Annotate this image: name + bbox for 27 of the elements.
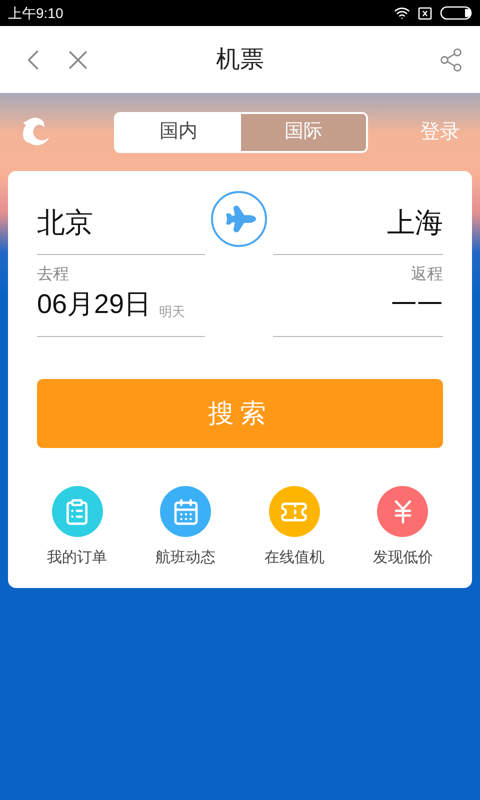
swap-button[interactable] — [211, 191, 267, 247]
share-button[interactable] — [438, 46, 464, 72]
return-date: 一一 — [391, 288, 443, 321]
battery-icon — [440, 6, 472, 20]
shortcut-label: 航班动态 — [156, 548, 216, 568]
return-label: 返程 — [411, 264, 443, 285]
shortcut-item[interactable]: 发现低价 — [362, 486, 443, 570]
departure-city[interactable]: 北京 — [37, 191, 205, 255]
shortcut-item[interactable]: 航班动态 — [146, 486, 226, 570]
share-icon — [438, 46, 464, 72]
shortcut-item[interactable]: 在线值机 — [254, 486, 334, 570]
calendar-icon — [172, 498, 200, 526]
shortcut-label: 我的订单 — [47, 548, 107, 568]
page-title: 机票 — [216, 44, 264, 74]
shortcut-label: 发现低价 — [372, 548, 433, 568]
status-time: 上午9:10 — [8, 4, 64, 22]
date-note: 明天 — [159, 302, 186, 320]
departure-date: 06月29日 — [37, 288, 152, 321]
wifi-icon — [394, 5, 410, 21]
departure-date-field[interactable]: 去程 06月29日 明天 — [37, 263, 205, 337]
shortcut-item[interactable]: 我的订单 — [37, 486, 117, 570]
tab[interactable]: 国内 — [116, 114, 241, 150]
shortcut-label: 在线值机 — [264, 548, 324, 568]
departure-label: 去程 — [37, 264, 70, 285]
sim-icon — [418, 6, 432, 20]
return-date-field[interactable]: 返程 一一 — [273, 263, 443, 337]
arrival-city[interactable]: 上海 — [273, 191, 443, 255]
